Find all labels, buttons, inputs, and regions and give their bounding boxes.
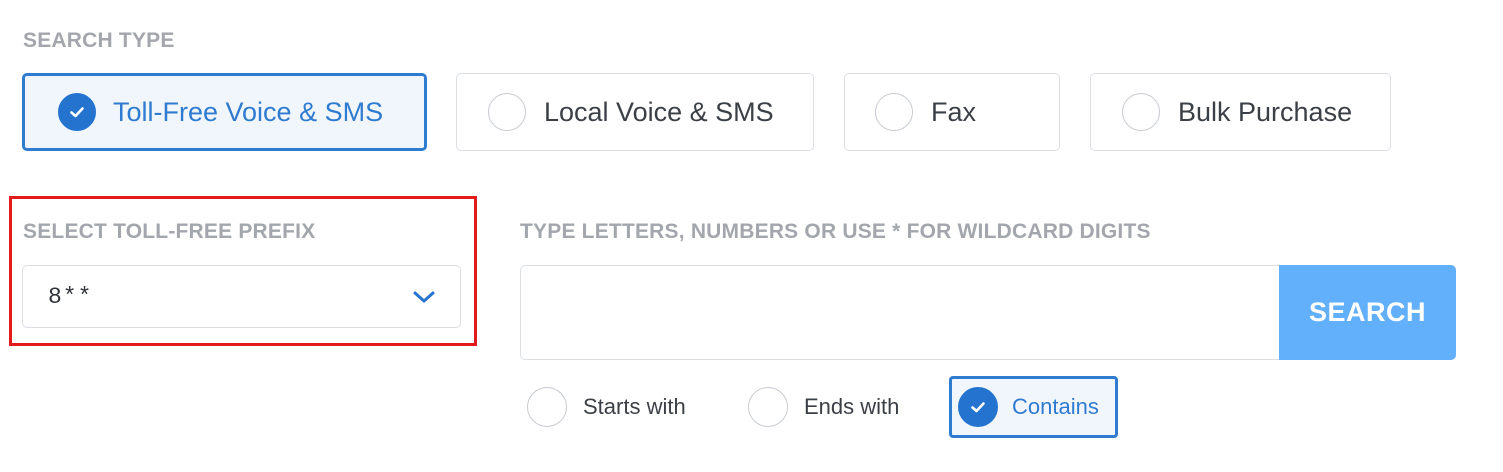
radio-circle-icon [488,93,526,131]
radio-circle-icon [1122,93,1160,131]
match-ends-with[interactable]: Ends with [748,387,899,427]
prefix-label: SELECT TOLL-FREE PREFIX [23,220,316,243]
match-contains[interactable]: Contains [949,376,1118,438]
search-type-fax[interactable]: Fax [844,73,1060,151]
match-starts-with[interactable]: Starts with [527,387,686,427]
search-type-option-label: Local Voice & SMS [544,96,774,127]
search-button[interactable]: SEARCH [1279,265,1456,360]
radio-circle-icon [875,93,913,131]
chevron-down-icon [412,290,436,304]
pattern-input[interactable] [520,265,1282,360]
search-type-toll-free[interactable]: Toll-Free Voice & SMS [22,73,427,151]
prefix-select[interactable]: 8** [22,265,461,328]
search-type-local[interactable]: Local Voice & SMS [456,73,814,151]
search-type-label: SEARCH TYPE [23,29,175,52]
search-type-option-label: Fax [931,96,977,127]
match-option-label: Starts with [583,394,686,419]
radio-circle-icon [748,387,788,427]
prefix-value: 8** [48,283,93,310]
match-option-label: Contains [1012,394,1099,419]
search-type-option-label: Bulk Purchase [1178,96,1353,127]
check-icon [58,93,96,131]
check-icon [958,387,998,427]
radio-circle-icon [527,387,567,427]
pattern-label: TYPE LETTERS, NUMBERS OR USE * FOR WILDC… [520,220,1151,243]
search-type-bulk[interactable]: Bulk Purchase [1090,73,1391,151]
search-type-option-label: Toll-Free Voice & SMS [113,96,384,127]
match-option-label: Ends with [804,394,900,419]
